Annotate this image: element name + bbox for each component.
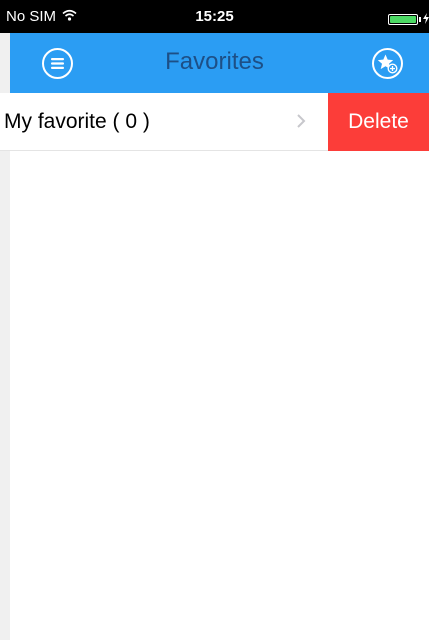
star-add-icon	[372, 48, 403, 79]
delete-button[interactable]: Delete	[328, 93, 429, 151]
app-screen: No SIM 15:25 Favorites My favorite (0)…	[0, 0, 429, 640]
menu-button[interactable]	[41, 47, 74, 80]
status-bar: No SIM 15:25	[0, 0, 429, 33]
add-favorite-button[interactable]	[371, 47, 404, 80]
status-time: 15:25	[195, 8, 234, 25]
list-item-label: My favorite ( 0 )	[4, 110, 150, 133]
battery-icon	[388, 14, 418, 25]
chevron-right-icon	[296, 113, 306, 134]
charging-icon	[423, 11, 429, 28]
battery-fill	[390, 16, 416, 23]
status-right	[388, 11, 429, 28]
battery-tip	[419, 17, 421, 22]
menu-circle-icon	[42, 48, 73, 79]
